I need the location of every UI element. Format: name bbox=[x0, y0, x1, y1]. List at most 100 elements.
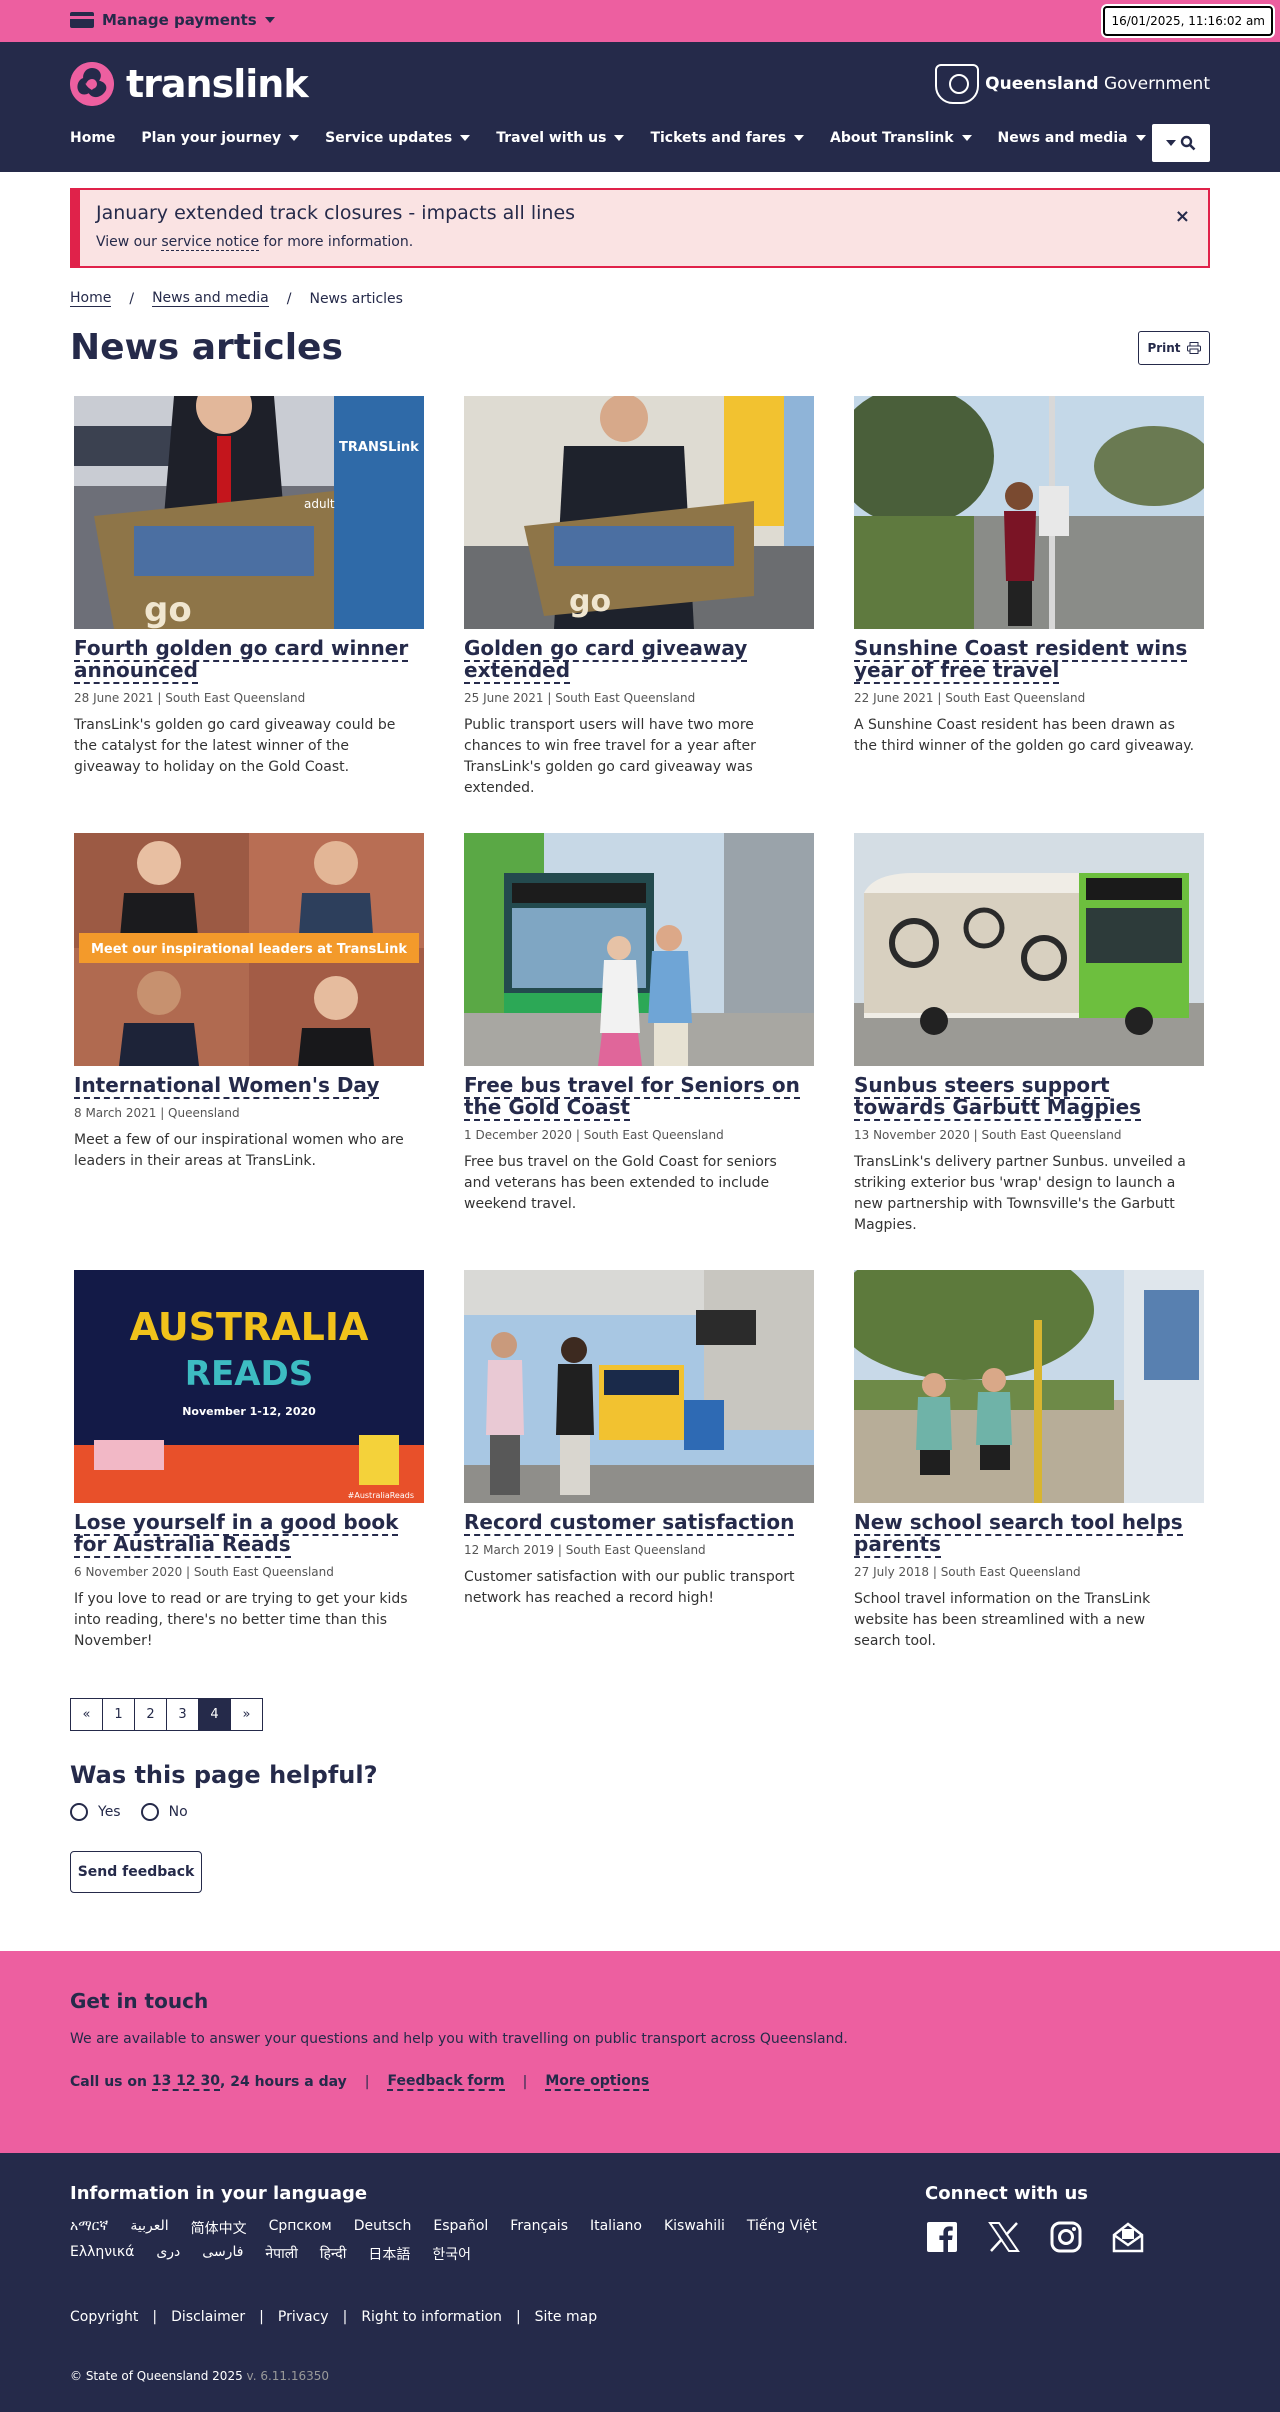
yes-radio[interactable] bbox=[70, 1803, 88, 1821]
language-link[interactable]: Deutsch bbox=[354, 2218, 412, 2238]
nav-tickets-and-fares[interactable]: Tickets and fares bbox=[650, 130, 804, 146]
search-icon bbox=[1180, 135, 1196, 151]
search-toggle-button[interactable] bbox=[1152, 124, 1210, 162]
article-summary: TransLink's delivery partner Sunbus. unv… bbox=[854, 1154, 1186, 1233]
language-link[interactable]: Ελληνικά bbox=[70, 2244, 134, 2264]
translink-logo[interactable]: translink bbox=[70, 62, 309, 106]
nav-home[interactable]: Home bbox=[70, 130, 115, 146]
article-title-link[interactable]: Fourth golden go card winner announced bbox=[74, 636, 424, 684]
article-title-link[interactable]: Record customer satisfaction bbox=[464, 1510, 814, 1536]
nav-label: Service updates bbox=[325, 130, 453, 146]
language-link[interactable]: 日本語 bbox=[368, 2244, 410, 2264]
language-link[interactable]: Tiếng Việt bbox=[747, 2218, 817, 2238]
page-prev[interactable]: « bbox=[70, 1698, 103, 1731]
article-image[interactable] bbox=[854, 833, 1204, 1066]
page-4-current[interactable]: 4 bbox=[198, 1698, 231, 1731]
chevron-down-icon bbox=[961, 135, 972, 141]
article-title-link[interactable]: Sunbus steers support towards Garbutt Ma… bbox=[854, 1073, 1204, 1121]
right-to-information-link[interactable]: Right to information bbox=[361, 2309, 502, 2325]
x-icon[interactable] bbox=[987, 2220, 1021, 2254]
language-link[interactable]: हिन्दी bbox=[320, 2244, 346, 2264]
language-link[interactable]: Français bbox=[510, 2218, 568, 2238]
nav-news-and-media[interactable]: News and media bbox=[998, 130, 1146, 146]
article-title-link[interactable]: Lose yourself in a good book for Austral… bbox=[74, 1510, 424, 1558]
article-image[interactable]: Meet our inspirational leaders at TransL… bbox=[74, 833, 424, 1066]
nav-plan-your-journey[interactable]: Plan your journey bbox=[141, 130, 300, 146]
language-link[interactable]: 한국어 bbox=[432, 2244, 471, 2264]
language-link[interactable]: Српском bbox=[269, 2218, 332, 2238]
site-footer: Information in your language አማርኛ العربي… bbox=[0, 2153, 1280, 2412]
breadcrumb-news-and-media[interactable]: News and media bbox=[152, 290, 269, 307]
site-map-link[interactable]: Site map bbox=[535, 2309, 597, 2325]
connect-title: Connect with us bbox=[925, 2183, 1088, 2204]
article-image[interactable] bbox=[854, 1270, 1204, 1503]
privacy-link[interactable]: Privacy bbox=[278, 2309, 329, 2325]
article-image[interactable] bbox=[854, 396, 1204, 629]
article-image[interactable]: go bbox=[464, 396, 814, 629]
article-image[interactable] bbox=[464, 1270, 814, 1503]
print-button[interactable]: Print bbox=[1138, 330, 1210, 365]
article-title-link[interactable]: International Women's Day bbox=[74, 1073, 424, 1099]
article-meta: 28 June 2021 | South East Queensland bbox=[74, 691, 306, 705]
page-3[interactable]: 3 bbox=[166, 1698, 199, 1731]
language-link[interactable]: Español bbox=[433, 2218, 488, 2238]
article-title-link[interactable]: Sunshine Coast resident wins year of fre… bbox=[854, 636, 1204, 684]
article-title-link[interactable]: Golden go card giveaway extended bbox=[464, 636, 814, 684]
nav-travel-with-us[interactable]: Travel with us bbox=[496, 130, 625, 146]
nav-service-updates[interactable]: Service updates bbox=[325, 130, 471, 146]
article-title-link[interactable]: New school search tool helps parents bbox=[854, 1510, 1204, 1558]
language-link[interactable]: العربية bbox=[130, 2218, 168, 2238]
language-link[interactable]: دری bbox=[156, 2244, 180, 2264]
card-icon bbox=[70, 12, 94, 28]
article-title-link[interactable]: Free bus travel for Seniors on the Gold … bbox=[464, 1073, 814, 1121]
page-next[interactable]: » bbox=[230, 1698, 263, 1731]
breadcrumb: Home / News and media / News articles bbox=[70, 290, 403, 307]
page-1[interactable]: 1 bbox=[102, 1698, 135, 1731]
manage-payments-label: Manage payments bbox=[102, 11, 257, 29]
article-image[interactable] bbox=[464, 833, 814, 1066]
language-link[interactable]: नेपाली bbox=[265, 2244, 297, 2264]
gov-bold-text: Queensland bbox=[985, 74, 1099, 94]
feedback-form-link[interactable]: Feedback form bbox=[387, 2073, 505, 2091]
service-notice-link[interactable]: service notice bbox=[161, 234, 260, 251]
no-radio[interactable] bbox=[140, 1803, 159, 1821]
language-link[interactable]: Kiswahili bbox=[664, 2218, 725, 2238]
language-link[interactable]: 简体中文 bbox=[191, 2218, 247, 2238]
breadcrumb-home[interactable]: Home bbox=[70, 290, 112, 307]
news-card: adult TRANSLink go Fourth golden go card… bbox=[74, 396, 424, 799]
reads-tag-text: #AustraliaReads bbox=[348, 1491, 414, 1500]
disclaimer-link[interactable]: Disclaimer bbox=[171, 2309, 245, 2325]
get-in-touch-section: Get in touch We are available to answer … bbox=[0, 1951, 1280, 2153]
news-card: Record customer satisfaction 12 March 20… bbox=[464, 1270, 814, 1652]
instagram-icon[interactable] bbox=[1049, 2220, 1083, 2254]
article-meta: 1 December 2020 | South East Queensland bbox=[464, 1128, 724, 1142]
print-label: Print bbox=[1147, 340, 1181, 355]
news-grid: adult TRANSLink go Fourth golden go card… bbox=[74, 396, 1204, 1652]
page-2[interactable]: 2 bbox=[134, 1698, 167, 1731]
language-link[interactable]: አማርኛ bbox=[70, 2218, 108, 2238]
article-image[interactable]: AUSTRALIA READS November 1-12, 2020 #Aus… bbox=[74, 1270, 424, 1503]
facebook-icon[interactable] bbox=[925, 2220, 959, 2254]
nav-label: News and media bbox=[997, 130, 1128, 146]
news-card: Sunshine Coast resident wins year of fre… bbox=[854, 396, 1204, 799]
language-link[interactable]: Italiano bbox=[590, 2218, 642, 2238]
more-options-link[interactable]: More options bbox=[545, 2073, 650, 2091]
send-feedback-button[interactable]: Send feedback bbox=[70, 1851, 202, 1893]
article-image[interactable]: adult TRANSLink go bbox=[74, 396, 424, 629]
article-summary: Free bus travel on the Gold Coast for se… bbox=[464, 1154, 777, 1212]
phone-link[interactable]: 13 12 30 bbox=[151, 2073, 221, 2091]
chevron-down-icon bbox=[1166, 140, 1176, 146]
translink-logo-icon bbox=[70, 62, 114, 106]
close-icon[interactable]: × bbox=[1175, 206, 1190, 227]
queensland-government-logo[interactable]: Queensland Government bbox=[935, 64, 1210, 104]
language-link[interactable]: فارسی bbox=[202, 2244, 243, 2264]
news-card: AUSTRALIA READS November 1-12, 2020 #Aus… bbox=[74, 1270, 424, 1652]
manage-payments-menu[interactable]: Manage payments bbox=[70, 0, 275, 40]
newsletter-icon[interactable] bbox=[1111, 2220, 1145, 2254]
copyright-text: © State of Queensland 2025 bbox=[70, 2369, 243, 2383]
nav-about-translink[interactable]: About Translink bbox=[830, 130, 972, 146]
article-summary: If you love to read or are trying to get… bbox=[74, 1591, 408, 1649]
reads-date-text: November 1-12, 2020 bbox=[182, 1405, 316, 1418]
copyright-link[interactable]: Copyright bbox=[70, 2309, 138, 2325]
reads-title-line2: READS bbox=[185, 1354, 313, 1394]
